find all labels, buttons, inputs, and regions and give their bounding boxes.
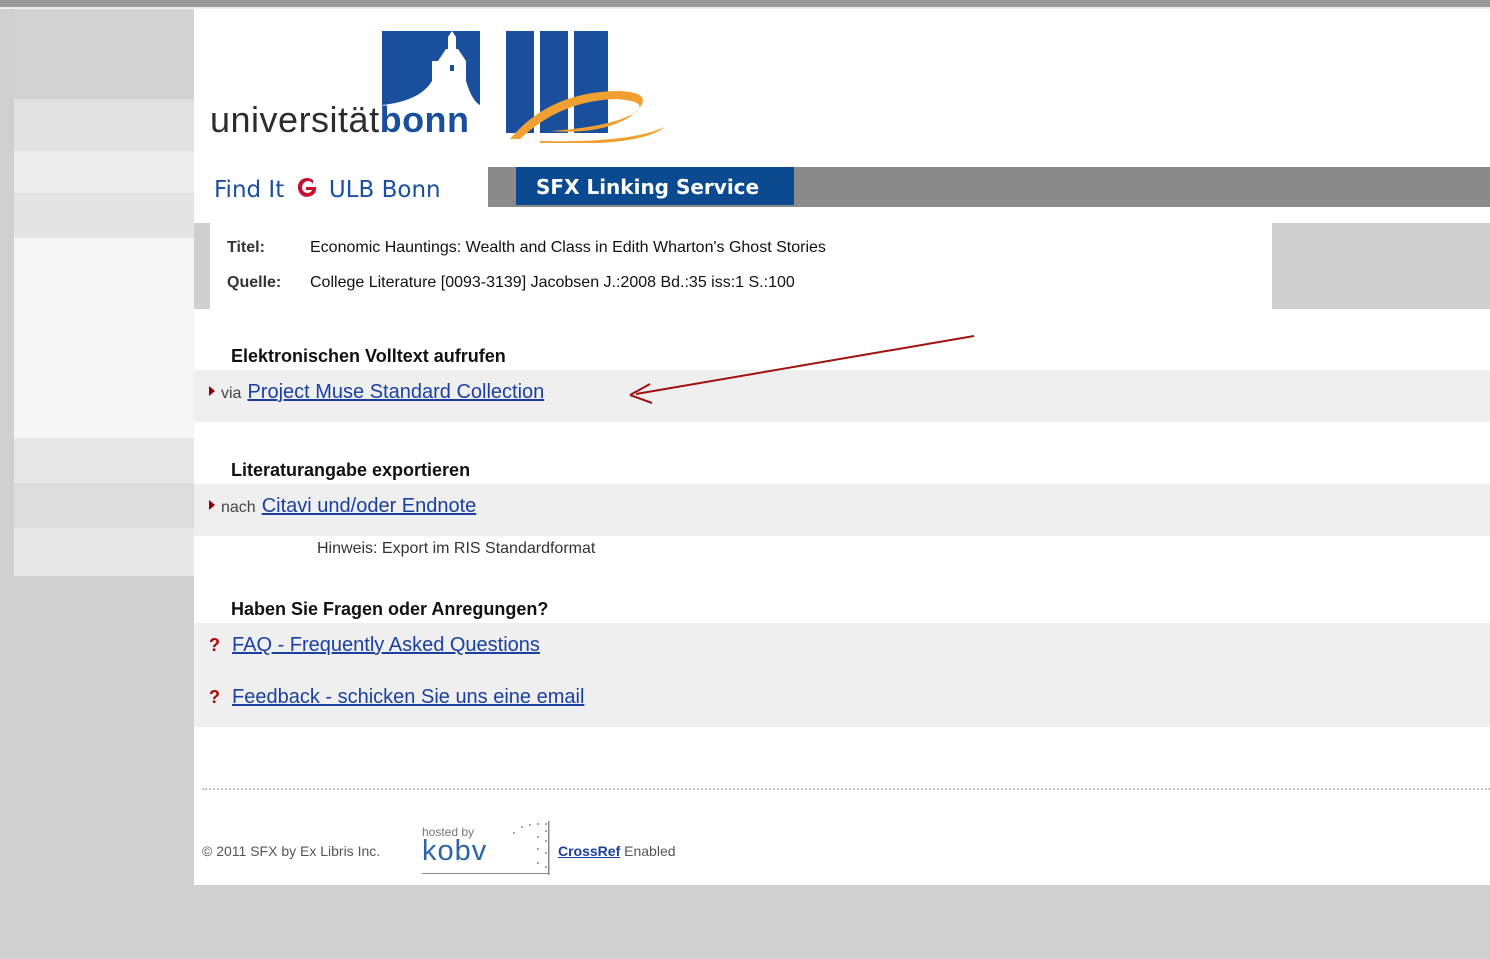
annotation-arrow-icon bbox=[629, 335, 975, 404]
